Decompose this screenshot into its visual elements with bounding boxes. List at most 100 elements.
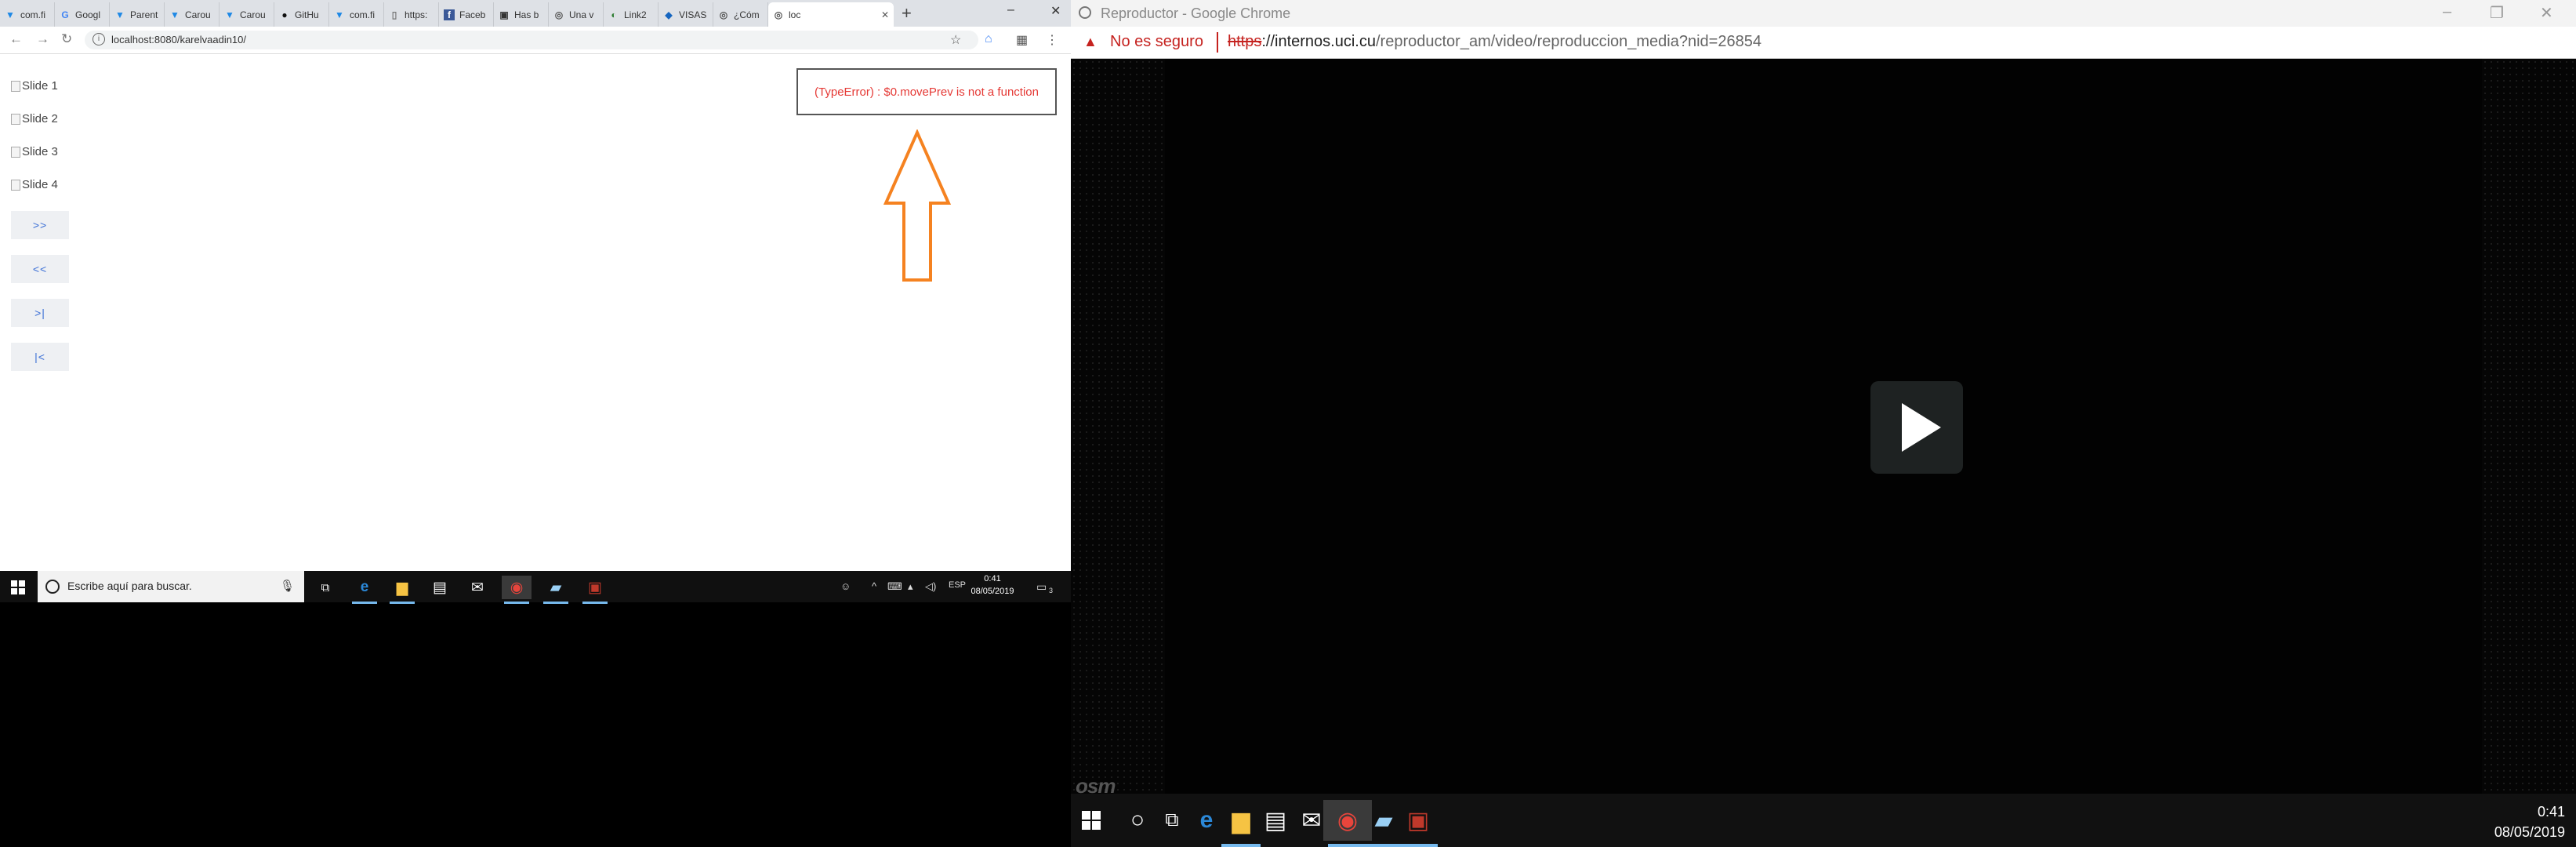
page-icon: ▣ bbox=[499, 9, 509, 20]
tab[interactable]: ▯ https: bbox=[384, 2, 439, 27]
address-bar[interactable]: i localhost:8080/karelvaadin10/ bbox=[85, 31, 978, 49]
app-icon[interactable]: ▣ bbox=[580, 576, 610, 604]
tab-label: Has b bbox=[514, 9, 539, 20]
clock-date: 08/05/2019 bbox=[971, 587, 1014, 596]
close-tab-icon[interactable]: ✕ bbox=[881, 9, 889, 20]
tab-label: Faceb bbox=[459, 9, 486, 20]
annotation-arrow bbox=[883, 129, 952, 282]
play-button[interactable] bbox=[1870, 381, 1963, 474]
notification-count: 3 bbox=[1049, 587, 1054, 594]
windows-start-icon[interactable] bbox=[1082, 811, 1101, 830]
notification-center-icon[interactable]: ▭ bbox=[1036, 580, 1047, 594]
slide-image: Slide 3 bbox=[11, 145, 58, 158]
info-icon[interactable]: i bbox=[93, 33, 105, 45]
tab[interactable]: ▼ Carou bbox=[220, 2, 274, 27]
tab[interactable]: ● GitHu bbox=[274, 2, 329, 27]
clock-time: 0:41 bbox=[2537, 804, 2565, 820]
tab[interactable]: ▼ com.fi bbox=[0, 2, 55, 27]
right-taskbar: ○ ⧉ e ▆ ▤ ✉ ◉ ▰ ▣ 0:41 08/05/2019 bbox=[1071, 794, 2576, 847]
chevron-up-icon[interactable]: ^ bbox=[872, 580, 876, 592]
tab[interactable]: G Googl bbox=[55, 2, 110, 27]
tab[interactable]: ▼ com.fi bbox=[329, 2, 384, 27]
microphone-icon[interactable]: 🎙 bbox=[280, 579, 295, 593]
tab-label: Una v bbox=[569, 9, 594, 20]
security-warning[interactable]: No es seguro bbox=[1110, 33, 1203, 51]
slide-alt-text: Slide 4 bbox=[22, 178, 58, 191]
warning-icon[interactable]: ▲ bbox=[1083, 34, 1098, 50]
app-icon[interactable]: ▣ bbox=[1394, 800, 1442, 847]
taskbar-clock[interactable]: 0:41 08/05/2019 bbox=[969, 573, 1016, 598]
tab[interactable]: ◐ Link2 bbox=[604, 2, 659, 27]
globe-icon: ◎ bbox=[719, 9, 728, 20]
new-tab-button[interactable]: + bbox=[902, 3, 912, 24]
reload-icon[interactable]: ↻ bbox=[61, 31, 72, 47]
taskbar-clock[interactable]: 0:41 08/05/2019 bbox=[2494, 802, 2565, 842]
slide-alt-text: Slide 1 bbox=[22, 79, 58, 93]
back-icon[interactable]: ← bbox=[9, 31, 23, 47]
store-icon[interactable]: ▤ bbox=[425, 576, 455, 599]
error-message-box: (TypeError) : $0.movePrev is not a funct… bbox=[796, 68, 1057, 115]
next-slide-button[interactable]: >> bbox=[11, 211, 69, 239]
taskbar-search[interactable]: Escribe aquí para buscar. 🎙 bbox=[38, 571, 304, 602]
forward-icon[interactable]: → bbox=[36, 31, 49, 47]
prev-slide-button[interactable]: << bbox=[11, 255, 69, 283]
file-explorer-icon[interactable]: ▆ bbox=[387, 576, 417, 604]
vaadin-icon: ▼ bbox=[115, 9, 125, 20]
translate-icon[interactable]: ⌂ bbox=[985, 32, 992, 46]
tab-label: GitHu bbox=[295, 9, 319, 20]
tab-label: https: bbox=[405, 9, 428, 20]
notepad-icon[interactable]: ▰ bbox=[541, 576, 571, 604]
chrome-icon[interactable]: ◉ bbox=[502, 576, 532, 604]
tab[interactable]: ◎ ¿Cóm bbox=[713, 2, 768, 27]
globe-icon: ◎ bbox=[554, 9, 564, 20]
slide-alt-text: Slide 2 bbox=[22, 112, 58, 125]
mail-icon[interactable]: ✉ bbox=[463, 576, 492, 599]
broken-image-icon bbox=[11, 179, 20, 191]
clock-date: 08/05/2019 bbox=[2494, 824, 2565, 840]
minimize-icon[interactable]: – bbox=[2443, 3, 2451, 21]
address-bar[interactable]: ▲ No es seguro https://internos.uci.cu/r… bbox=[1071, 27, 2576, 59]
tab[interactable]: ▣ Has b bbox=[494, 2, 549, 27]
tab-active[interactable]: ◎ loc ✕ bbox=[768, 2, 894, 27]
task-view-icon[interactable]: ⧉ bbox=[310, 576, 340, 599]
people-icon[interactable]: ☺ bbox=[840, 580, 851, 592]
tab-strip: ▼ com.fi G Googl ▼ Parent ▼ Carou ▼ Carou ● Gi… bbox=[0, 0, 1071, 27]
volume-icon[interactable]: ◁) bbox=[925, 580, 936, 593]
tab[interactable]: ▼ Parent bbox=[110, 2, 165, 27]
tab[interactable]: ◆ VISAS bbox=[659, 2, 713, 27]
vaadin-icon: ▼ bbox=[335, 9, 344, 20]
edge-icon[interactable]: e bbox=[350, 576, 379, 604]
star-icon[interactable]: ☆ bbox=[950, 32, 961, 48]
globe-icon bbox=[1079, 6, 1091, 19]
arrow-shape bbox=[883, 129, 952, 282]
last-slide-button[interactable]: >| bbox=[11, 299, 69, 327]
video-area[interactable] bbox=[1165, 59, 2482, 794]
clock-time: 0:41 bbox=[984, 574, 1001, 583]
close-window-icon[interactable]: ✕ bbox=[2540, 3, 2553, 23]
tab-label: Parent bbox=[130, 9, 158, 20]
tab[interactable]: f Faceb bbox=[439, 2, 494, 27]
tab-label: com.fi bbox=[350, 9, 376, 20]
minimize-icon[interactable]: – bbox=[1007, 3, 1014, 17]
url-host: ://internos.uci.cu bbox=[1261, 33, 1376, 50]
google-icon: G bbox=[61, 9, 69, 20]
globe-icon: ◎ bbox=[774, 9, 783, 20]
menu-icon[interactable]: ⋮ bbox=[1046, 32, 1058, 48]
restore-icon[interactable]: ❐ bbox=[2490, 3, 2504, 23]
first-slide-button[interactable]: |< bbox=[11, 343, 69, 371]
error-message: (TypeError) : $0.movePrev is not a funct… bbox=[815, 85, 1039, 99]
window-title-bar: Reproductor - Google Chrome – ❐ ✕ bbox=[1071, 0, 2576, 27]
tab[interactable]: ▼ Carou bbox=[165, 2, 220, 27]
vaadin-icon: ▼ bbox=[5, 9, 15, 20]
language-indicator[interactable]: ESP bbox=[949, 580, 966, 590]
tab[interactable]: ◎ Una v bbox=[549, 2, 604, 27]
windows-start-icon[interactable] bbox=[11, 580, 25, 594]
extension-icon[interactable]: ▦ bbox=[1016, 32, 1028, 48]
url-text: localhost:8080/karelvaadin10/ bbox=[111, 34, 247, 45]
keyboard-icon[interactable]: ⌨ bbox=[887, 580, 902, 593]
close-window-icon[interactable]: ✕ bbox=[1050, 3, 1061, 19]
cortana-icon bbox=[45, 580, 60, 594]
network-icon[interactable]: ▴ bbox=[908, 580, 913, 593]
video-player[interactable]: osm bbox=[1071, 59, 2576, 798]
right-screen: Reproductor - Google Chrome – ❐ ✕ ▲ No e… bbox=[1071, 0, 2576, 847]
